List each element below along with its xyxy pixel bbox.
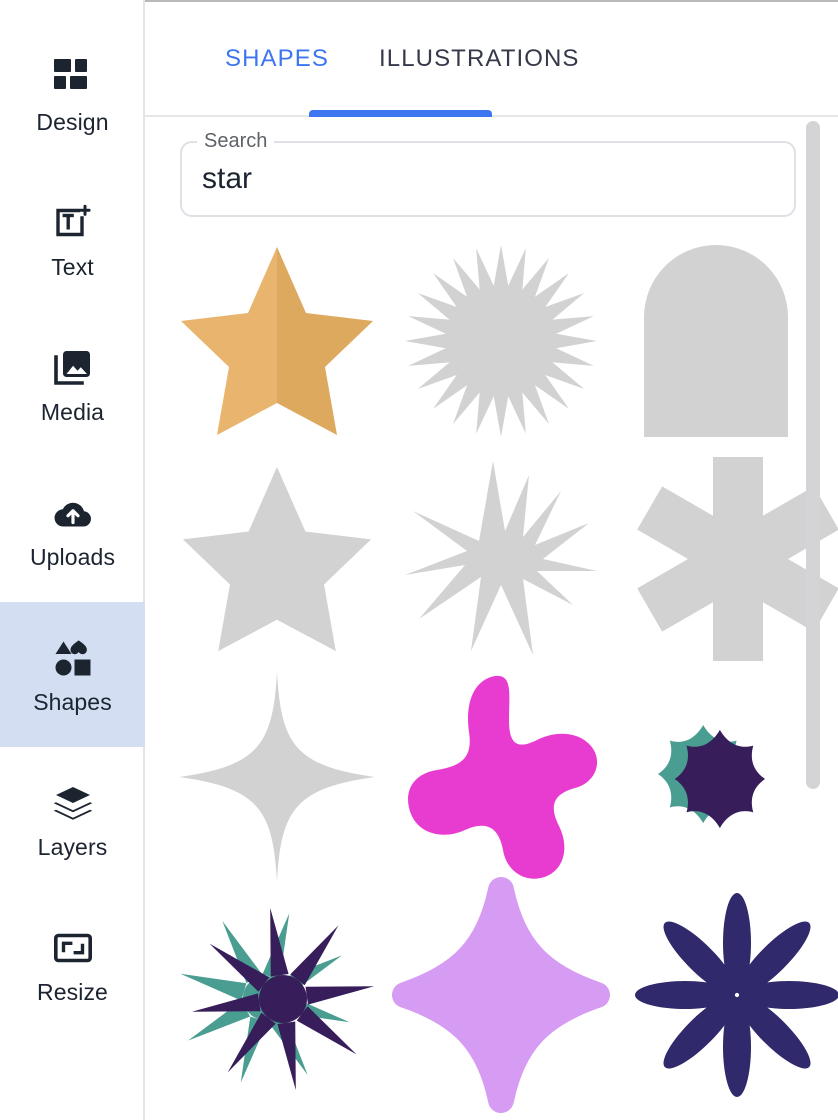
shapes-content-panel: SHAPES ILLUSTRATIONS Search xyxy=(145,0,838,1120)
grey-spiked-starburst-icon xyxy=(404,244,598,438)
shape-result-gold-five-point-star[interactable] xyxy=(165,232,389,450)
shape-results-grid xyxy=(165,232,838,1113)
purple-teal-spiky-badge-icon xyxy=(658,724,766,829)
shape-result-grey-arch-tombstone[interactable] xyxy=(613,232,837,450)
shape-result-violet-four-point-star[interactable] xyxy=(389,877,613,1113)
shapes-icon xyxy=(51,636,95,680)
shape-result-grey-six-point-asterisk[interactable] xyxy=(613,450,838,668)
grey-four-point-sparkle-icon xyxy=(179,672,375,882)
sidebar-item-shapes[interactable]: Shapes xyxy=(0,602,145,747)
grey-explosion-star-icon xyxy=(405,461,597,655)
search-field-wrapper: Search xyxy=(180,129,796,217)
text-add-icon xyxy=(51,201,95,245)
cloud-upload-icon xyxy=(51,491,95,535)
shape-result-purple-teal-spiky-star[interactable] xyxy=(165,886,389,1104)
sidebar-item-label: Shapes xyxy=(33,688,112,715)
violet-four-point-star-icon xyxy=(392,877,610,1113)
sidebar-item-media[interactable]: Media xyxy=(0,312,145,457)
search-input[interactable] xyxy=(202,141,762,217)
shape-result-grey-explosion-star[interactable] xyxy=(389,450,613,668)
shape-result-grey-spiked-starburst[interactable] xyxy=(389,232,613,450)
tab-bar: SHAPES ILLUSTRATIONS xyxy=(145,0,838,117)
sidebar-item-label: Layers xyxy=(37,833,108,860)
sidebar-item-label: Text xyxy=(51,253,94,280)
sidebar-item-layers[interactable]: Layers xyxy=(0,747,145,892)
grey-five-point-star-icon xyxy=(182,466,372,652)
shapes-panel-app: Design Text Media Uploads Shapes Layers … xyxy=(0,0,838,1120)
shape-result-purple-teal-spiky-badge[interactable] xyxy=(613,668,837,886)
left-sidebar: Design Text Media Uploads Shapes Layers … xyxy=(0,0,145,1120)
results-scrollbar-thumb[interactable] xyxy=(806,121,820,789)
gold-five-point-star-icon xyxy=(181,247,373,435)
media-image-icon xyxy=(51,346,95,390)
sidebar-item-label: Media xyxy=(40,398,105,425)
shape-result-grey-four-point-sparkle[interactable] xyxy=(165,668,389,886)
top-divider xyxy=(145,0,838,2)
magenta-blob-star-icon xyxy=(408,675,598,879)
sidebar-item-design[interactable]: Design xyxy=(0,22,145,167)
tab-illustrations[interactable]: ILLUSTRATIONS xyxy=(354,0,605,117)
layers-stack-icon xyxy=(51,781,95,825)
shape-result-magenta-blob-star[interactable] xyxy=(389,668,613,886)
active-tab-indicator xyxy=(309,110,492,117)
sidebar-item-label: Uploads xyxy=(29,543,116,570)
sidebar-item-resize[interactable]: Resize xyxy=(0,892,145,1037)
sidebar-item-text[interactable]: Text xyxy=(0,167,145,312)
design-grid-icon xyxy=(51,56,95,100)
tab-shapes[interactable]: SHAPES xyxy=(200,0,354,117)
resize-frame-icon xyxy=(51,926,95,970)
purple-teal-spiky-star-icon xyxy=(177,907,376,1092)
shape-result-navy-eight-point-star[interactable] xyxy=(613,886,838,1104)
shape-result-grey-five-point-star[interactable] xyxy=(165,450,389,668)
sidebar-item-label: Resize xyxy=(37,978,108,1005)
sidebar-item-label: Design xyxy=(36,108,109,135)
sidebar-item-uploads[interactable]: Uploads xyxy=(0,457,145,602)
